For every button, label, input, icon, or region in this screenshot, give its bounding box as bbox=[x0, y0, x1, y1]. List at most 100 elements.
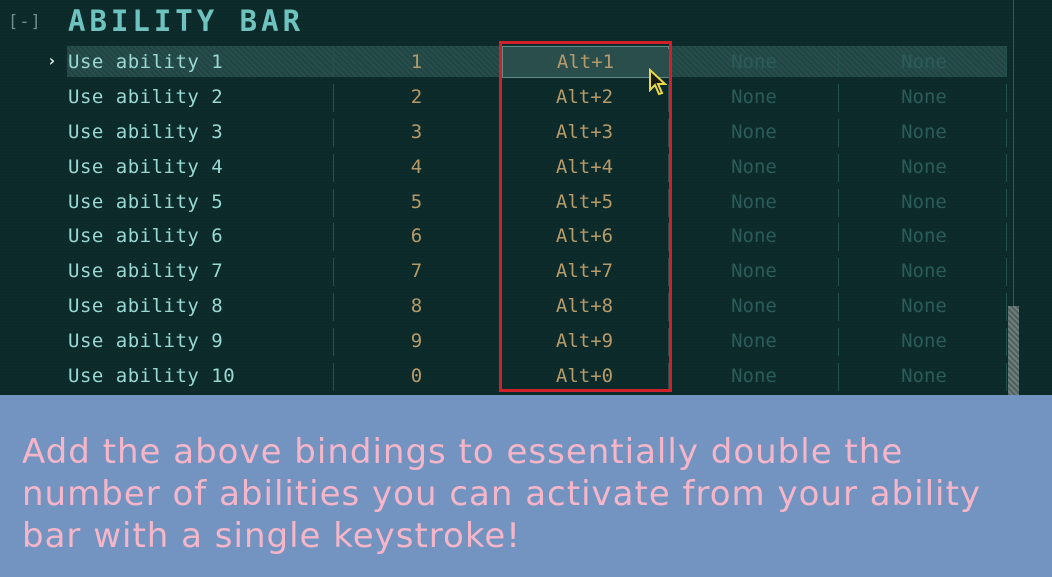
secondary-key-binding[interactable]: Alt+8 bbox=[502, 289, 667, 323]
column-divider bbox=[838, 118, 839, 147]
column-divider bbox=[1006, 328, 1007, 357]
tertiary-key-binding[interactable]: None bbox=[671, 254, 837, 288]
column-divider bbox=[838, 153, 839, 182]
keybinding-row[interactable]: Use ability 9 9 Alt+9 None None bbox=[0, 324, 1010, 359]
primary-key-binding[interactable]: 4 bbox=[334, 150, 499, 184]
column-divider bbox=[1006, 363, 1007, 392]
scrollbar-thumb[interactable] bbox=[1008, 306, 1019, 395]
primary-key-binding[interactable]: 7 bbox=[334, 254, 499, 288]
action-label: Use ability 8 bbox=[68, 295, 224, 318]
quaternary-key-binding[interactable]: None bbox=[841, 150, 1007, 184]
quaternary-key-binding[interactable]: None bbox=[841, 324, 1007, 358]
column-divider bbox=[500, 328, 501, 357]
tertiary-key-binding[interactable]: None bbox=[671, 359, 837, 393]
action-label: Use ability 10 bbox=[68, 365, 236, 388]
column-divider bbox=[668, 363, 669, 392]
secondary-key-binding[interactable]: Alt+7 bbox=[502, 254, 667, 288]
secondary-key-binding[interactable]: Alt+1 bbox=[502, 46, 669, 78]
primary-key-binding[interactable]: 2 bbox=[334, 80, 499, 114]
column-divider bbox=[333, 118, 334, 147]
column-divider bbox=[668, 153, 669, 182]
secondary-key-binding[interactable]: Alt+0 bbox=[502, 359, 667, 393]
selection-arrow-icon: › bbox=[47, 51, 57, 70]
column-divider bbox=[668, 223, 669, 252]
primary-key-binding[interactable]: 3 bbox=[334, 115, 499, 149]
primary-key-binding[interactable]: 8 bbox=[334, 289, 499, 323]
column-divider bbox=[333, 223, 334, 252]
quaternary-key-binding[interactable]: None bbox=[841, 45, 1007, 79]
column-divider bbox=[1006, 293, 1007, 322]
primary-key-binding[interactable]: 9 bbox=[334, 324, 499, 358]
quaternary-key-binding[interactable]: None bbox=[841, 219, 1007, 253]
quaternary-key-binding[interactable]: None bbox=[841, 115, 1007, 149]
section-header: [-] ABILITY BAR bbox=[0, 0, 1000, 46]
column-divider bbox=[838, 223, 839, 252]
tertiary-key-binding[interactable]: None bbox=[671, 150, 837, 184]
quaternary-key-binding[interactable]: None bbox=[841, 254, 1007, 288]
column-divider bbox=[333, 83, 334, 112]
column-divider bbox=[500, 188, 501, 217]
action-label: Use ability 4 bbox=[68, 155, 224, 178]
action-label: Use ability 5 bbox=[68, 190, 224, 213]
column-divider bbox=[838, 188, 839, 217]
column-divider bbox=[668, 118, 669, 147]
quaternary-key-binding[interactable]: None bbox=[841, 80, 1007, 114]
secondary-key-binding[interactable]: Alt+3 bbox=[502, 115, 667, 149]
column-divider bbox=[668, 328, 669, 357]
keybindings-panel: [-] ABILITY BAR › Use ability 1 1 Alt+1 None… bbox=[0, 0, 1052, 395]
keybinding-row[interactable]: Use ability 7 7 Alt+7 None None bbox=[0, 254, 1010, 289]
secondary-key-binding[interactable]: Alt+2 bbox=[502, 80, 667, 114]
tertiary-key-binding[interactable]: None bbox=[671, 115, 837, 149]
column-divider bbox=[1006, 258, 1007, 287]
column-divider bbox=[1006, 83, 1007, 112]
secondary-key-binding[interactable]: Alt+5 bbox=[502, 185, 667, 219]
column-divider bbox=[500, 83, 501, 112]
primary-key-binding[interactable]: 6 bbox=[334, 219, 499, 253]
secondary-key-binding[interactable]: Alt+4 bbox=[502, 150, 667, 184]
quaternary-key-binding[interactable]: None bbox=[841, 359, 1007, 393]
tertiary-key-binding[interactable]: None bbox=[671, 219, 837, 253]
column-divider bbox=[1006, 153, 1007, 182]
quaternary-key-binding[interactable]: None bbox=[841, 185, 1007, 219]
column-divider bbox=[500, 49, 501, 77]
collapse-toggle[interactable]: [-] bbox=[8, 12, 42, 32]
column-divider bbox=[838, 49, 839, 77]
column-divider bbox=[500, 363, 501, 392]
tertiary-key-binding[interactable]: None bbox=[671, 324, 837, 358]
column-divider bbox=[333, 188, 334, 217]
keybinding-row[interactable]: Use ability 3 3 Alt+3 None None bbox=[0, 115, 1010, 150]
column-divider bbox=[333, 293, 334, 322]
primary-key-binding[interactable]: 1 bbox=[334, 45, 499, 79]
column-divider bbox=[333, 328, 334, 357]
column-divider bbox=[838, 328, 839, 357]
column-divider bbox=[838, 363, 839, 392]
column-divider bbox=[1006, 49, 1007, 77]
secondary-key-binding[interactable]: Alt+6 bbox=[502, 219, 667, 253]
column-divider bbox=[500, 118, 501, 147]
column-divider bbox=[668, 258, 669, 287]
column-divider bbox=[668, 188, 669, 217]
keybinding-row[interactable]: Use ability 6 6 Alt+6 None None bbox=[0, 219, 1010, 254]
secondary-key-binding[interactable]: Alt+9 bbox=[502, 324, 667, 358]
keybinding-row[interactable]: › Use ability 1 1 Alt+1 None None bbox=[0, 45, 1010, 80]
column-divider bbox=[333, 258, 334, 287]
keybinding-row[interactable]: Use ability 8 8 Alt+8 None None bbox=[0, 289, 1010, 324]
tertiary-key-binding[interactable]: None bbox=[671, 80, 837, 114]
mouse-cursor-icon bbox=[649, 68, 668, 96]
column-divider bbox=[500, 223, 501, 252]
column-divider bbox=[1006, 188, 1007, 217]
caption-text: Add the above bindings to essentially do… bbox=[22, 432, 981, 556]
tertiary-key-binding[interactable]: None bbox=[671, 185, 837, 219]
keybinding-row[interactable]: Use ability 5 5 Alt+5 None None bbox=[0, 185, 1010, 220]
tertiary-key-binding[interactable]: None bbox=[671, 289, 837, 323]
quaternary-key-binding[interactable]: None bbox=[841, 289, 1007, 323]
keybinding-row[interactable]: Use ability 4 4 Alt+4 None None bbox=[0, 150, 1010, 185]
primary-key-binding[interactable]: 5 bbox=[334, 185, 499, 219]
column-divider bbox=[838, 293, 839, 322]
tertiary-key-binding[interactable]: None bbox=[671, 45, 837, 79]
primary-key-binding[interactable]: 0 bbox=[334, 359, 499, 393]
action-label: Use ability 1 bbox=[68, 51, 224, 73]
keybinding-row[interactable]: Use ability 10 0 Alt+0 None None bbox=[0, 359, 1010, 394]
keybinding-row[interactable]: Use ability 2 2 Alt+2 None None bbox=[0, 80, 1010, 115]
action-label: Use ability 9 bbox=[68, 330, 224, 353]
